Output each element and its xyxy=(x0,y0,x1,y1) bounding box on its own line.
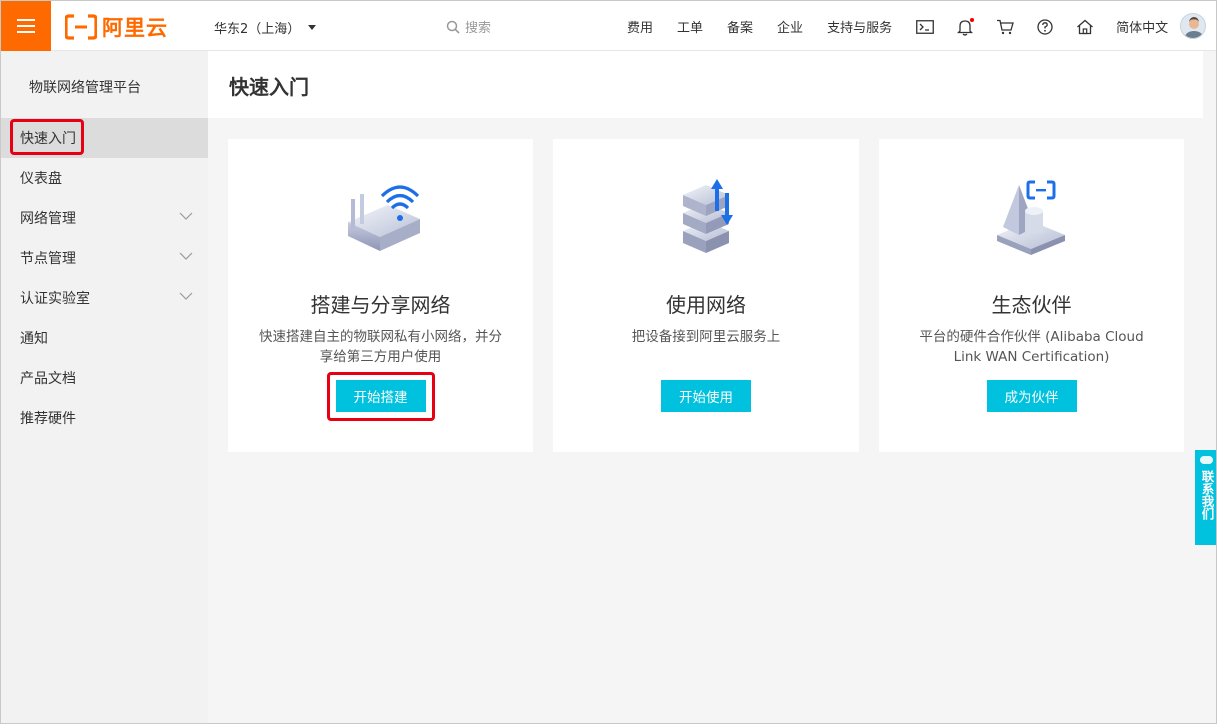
sidebar-item-label: 通知 xyxy=(20,331,48,347)
server-transfer-icon xyxy=(683,179,733,253)
card-title: 搭建与分享网络 xyxy=(310,293,451,317)
card-title: 生态伙伴 xyxy=(991,293,1072,317)
sidebar-item-label: 网络管理 xyxy=(20,211,76,227)
become-partner-button[interactable]: 成为伙伴 xyxy=(986,380,1077,412)
language-switch[interactable]: 简体中文 xyxy=(1116,17,1168,36)
home-icon[interactable] xyxy=(1074,18,1096,36)
highlight-box xyxy=(327,372,435,421)
sidebar: 物联网络管理平台 快速入门 仪表盘 网络管理 节点管理 认证实验室 通知 产品文… xyxy=(1,51,208,723)
nav-enterprise[interactable]: 企业 xyxy=(777,17,803,36)
partner-cube-icon xyxy=(996,180,1065,255)
bell-icon[interactable] xyxy=(954,17,976,36)
start-use-button[interactable]: 开始使用 xyxy=(661,380,751,412)
sidebar-item-network-management[interactable]: 网络管理 xyxy=(1,198,208,238)
sidebar-item-node-management[interactable]: 节点管理 xyxy=(1,238,208,278)
contact-us-label: 联系我们 xyxy=(1199,470,1215,520)
router-wifi-icon xyxy=(347,185,420,251)
hamburger-menu-icon[interactable] xyxy=(1,1,51,51)
page-title: 快速入门 xyxy=(229,75,309,99)
main-content: 快速入门 搭建与分享网络 快速搭建自主的物联网私有小网络，并分享给第三方用户使用… xyxy=(208,51,1216,723)
user-avatar-icon xyxy=(1184,17,1204,38)
nav-fees[interactable]: 费用 xyxy=(627,17,653,36)
sidebar-item-label: 节点管理 xyxy=(20,251,76,267)
aliyun-logo-icon xyxy=(65,14,97,40)
avatar[interactable] xyxy=(1180,13,1206,39)
card-build-network: 搭建与分享网络 快速搭建自主的物联网私有小网络，并分享给第三方用户使用 开始搭建 xyxy=(228,139,533,452)
top-nav: 费用 工单 备案 企业 支持与服务 简体中文 xyxy=(627,17,1192,36)
card-title: 使用网络 xyxy=(666,293,746,317)
sidebar-item-hardware[interactable]: 推荐硬件 xyxy=(1,398,208,438)
sidebar-item-label: 认证实验室 xyxy=(20,291,90,307)
nav-tickets[interactable]: 工单 xyxy=(677,17,703,36)
sidebar-title: 物联网络管理平台 xyxy=(29,80,141,96)
card-partners: 生态伙伴 平台的硬件合作伙伴 (Alibaba Cloud Link WAN C… xyxy=(879,139,1184,452)
card-use-network: 使用网络 把设备接到阿里云服务上 开始使用 xyxy=(553,139,859,452)
region-label: 华东2（上海） xyxy=(214,22,301,37)
region-selector[interactable]: 华东2（上海） xyxy=(214,18,317,37)
sidebar-item-dashboard[interactable]: 仪表盘 xyxy=(1,158,208,198)
card-description: 把设备接到阿里云服务上 xyxy=(631,329,781,345)
contact-us-float[interactable]: 联系我们 xyxy=(1195,450,1216,545)
sidebar-item-label: 产品文档 xyxy=(20,371,76,387)
card-description: 平台的硬件合作伙伴 (Alibaba Cloud Link WAN Certif… xyxy=(919,329,1144,365)
search-icon xyxy=(446,20,460,34)
search-box[interactable]: 搜索 xyxy=(446,17,491,36)
logo-text: 阿里云 xyxy=(102,16,168,40)
card-description: 快速搭建自主的物联网私有小网络，并分享给第三方用户使用 xyxy=(259,329,502,365)
chevron-down-icon xyxy=(179,292,193,300)
chevron-down-icon xyxy=(179,252,193,260)
nav-support[interactable]: 支持与服务 xyxy=(827,17,892,36)
caret-down-icon xyxy=(308,25,317,30)
sidebar-item-notifications[interactable]: 通知 xyxy=(1,318,208,358)
nav-icp[interactable]: 备案 xyxy=(727,17,753,36)
sidebar-item-docs[interactable]: 产品文档 xyxy=(1,358,208,398)
sidebar-item-cert-lab[interactable]: 认证实验室 xyxy=(1,278,208,318)
app-window: 阿里云 华东2（上海） 搜索 费用 工单 备案 企业 支持与服务 简体中文 物联… xyxy=(0,0,1217,724)
terminal-icon[interactable] xyxy=(914,18,936,36)
highlight-box xyxy=(10,119,84,155)
chat-icon xyxy=(1200,456,1213,464)
search-placeholder: 搜索 xyxy=(465,21,492,36)
notification-dot xyxy=(970,17,975,22)
cart-icon[interactable] xyxy=(994,18,1016,36)
top-bar: 阿里云 华东2（上海） 搜索 费用 工单 备案 企业 支持与服务 简体中文 xyxy=(1,1,1216,51)
sidebar-item-label: 推荐硬件 xyxy=(20,411,76,427)
page-header: 快速入门 xyxy=(208,51,1203,118)
sidebar-item-label: 仪表盘 xyxy=(20,171,62,187)
chevron-down-icon xyxy=(179,212,193,220)
aliyun-logo[interactable]: 阿里云 xyxy=(65,12,168,42)
help-icon[interactable] xyxy=(1034,18,1056,36)
